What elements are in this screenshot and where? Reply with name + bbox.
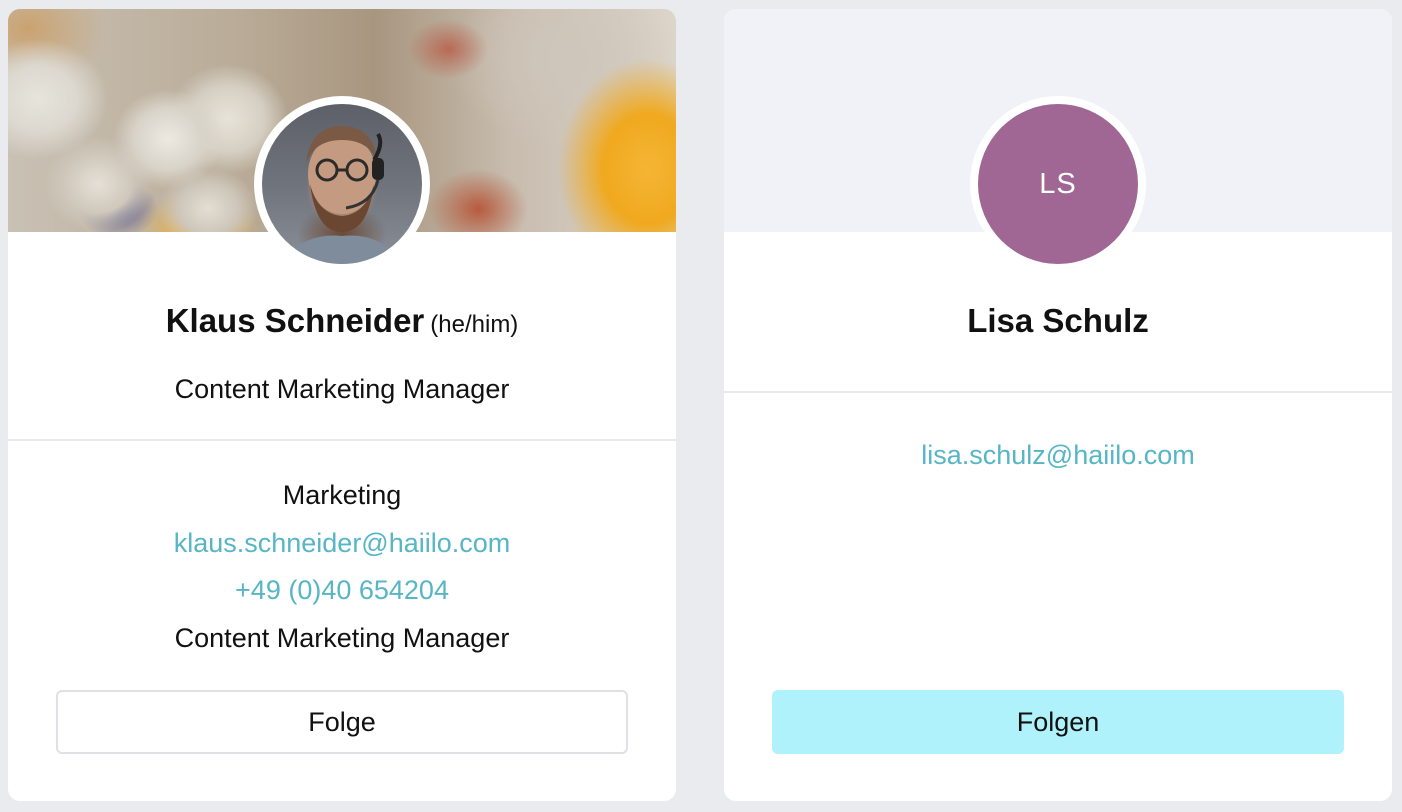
profile-pronouns: (he/him) [430, 311, 519, 338]
profile-job-title: Content Marketing Manager [174, 374, 510, 404]
avatar[interactable]: LS [970, 96, 1146, 272]
avatar-initials: LS [978, 104, 1138, 264]
profile-phone-line: +49 (0)40 654204 [8, 572, 676, 608]
profile-name-row: Lisa Schulz [724, 301, 1392, 348]
profile-card-lisa-schulz: LS Lisa Schulz lisa.schulz@haiilo.com Fo… [724, 9, 1392, 801]
follow-button[interactable]: Folge [56, 690, 628, 754]
profile-name-row: Klaus Schneider (he/him) [8, 301, 676, 348]
profile-department: Marketing [282, 480, 402, 510]
profile-email-link[interactable]: klaus.schneider@haiilo.com [174, 528, 511, 558]
follow-button[interactable]: Folgen [772, 690, 1344, 754]
avatar-photo [262, 104, 422, 264]
avatar[interactable] [254, 96, 430, 272]
profile-email-line: lisa.schulz@haiilo.com [724, 437, 1392, 473]
profile-position: Content Marketing Manager [174, 623, 510, 653]
profile-card-klaus-schneider: Klaus Schneider (he/him) Content Marketin… [8, 9, 676, 801]
profile-phone-link[interactable]: +49 (0)40 654204 [235, 575, 449, 605]
divider [724, 391, 1392, 393]
profile-email-link[interactable]: lisa.schulz@haiilo.com [921, 440, 1195, 470]
profile-name[interactable]: Klaus Schneider [166, 302, 425, 339]
profile-email-line: klaus.schneider@haiilo.com [8, 525, 676, 561]
profile-name[interactable]: Lisa Schulz [967, 302, 1149, 339]
divider [8, 439, 676, 441]
person-illustration [282, 126, 402, 264]
